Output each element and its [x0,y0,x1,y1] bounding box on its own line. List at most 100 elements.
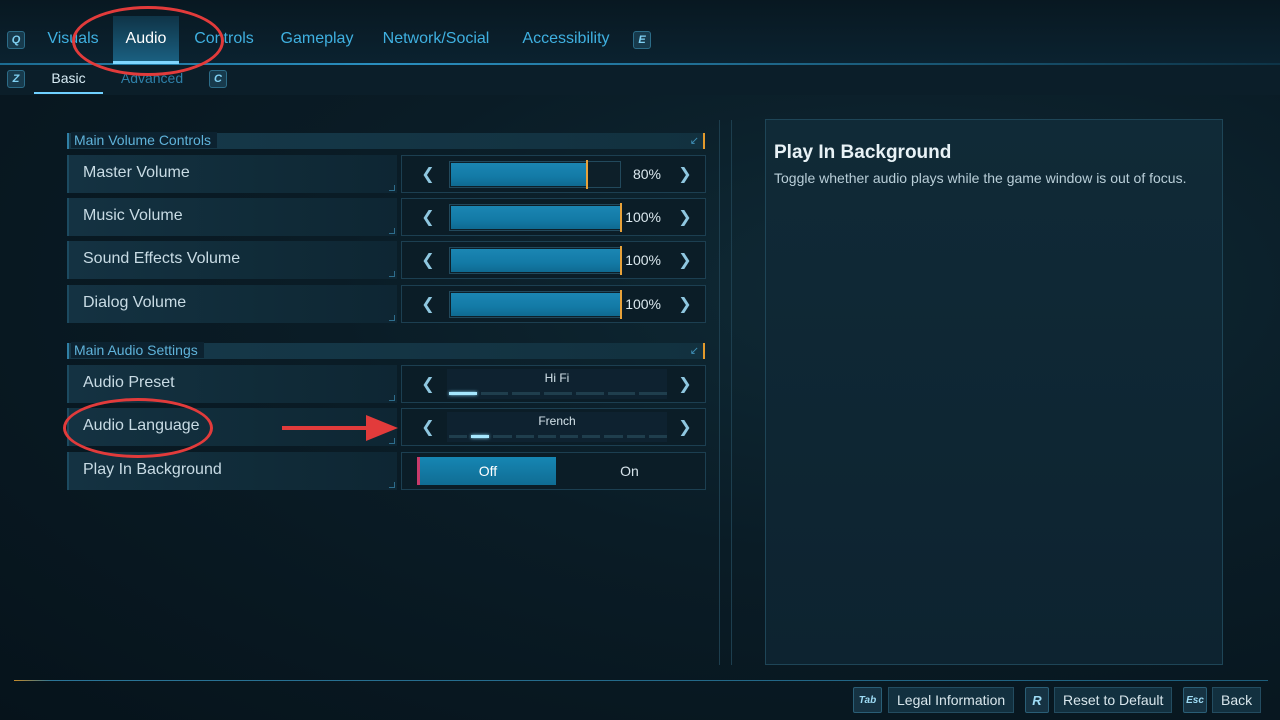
master-volume-slider[interactable]: ❮ 80% ❯ [401,155,706,193]
slider-fill [451,293,621,316]
slider-value: 80% [632,166,661,182]
slider-track[interactable] [449,246,622,275]
next-tab-key-hint[interactable]: E [633,31,651,49]
setting-label: Music Volume [83,207,183,224]
option-pip [639,392,668,395]
row-corner-decoration [389,315,395,321]
option-pip [537,435,557,438]
panel-divider [719,120,720,665]
esc-key-hint[interactable]: Esc [1183,687,1207,713]
row-corner-decoration [389,228,395,234]
setting-row-play-in-background[interactable]: Play In Background [67,452,397,490]
option-pip [648,435,668,438]
back-button[interactable]: Back [1212,687,1262,713]
prev-subtab-key-hint[interactable]: Z [7,70,25,88]
setting-row-master-volume[interactable]: Master Volume [67,155,397,193]
info-title: Play In Background [774,142,952,163]
option-pip [575,392,604,395]
section-header-volume: Main Volume Controls ↙ [67,132,705,149]
chevron-right-icon[interactable]: ❯ [673,416,697,440]
tab-key-hint[interactable]: Tab [853,687,882,713]
play-in-background-toggle[interactable]: Off On [401,452,706,490]
audio-language-selector[interactable]: ❮ French ❯ [401,408,706,446]
collapse-icon[interactable]: ↙ [690,134,699,147]
slider-track[interactable] [449,203,622,232]
option-pip [626,435,645,438]
setting-row-sfx-volume[interactable]: Sound Effects Volume [67,241,397,279]
slider-handle[interactable] [620,203,622,232]
chevron-left-icon[interactable]: ❮ [416,373,440,397]
music-volume-slider[interactable]: ❮ 100% ❯ [401,198,706,236]
chevron-left-icon[interactable]: ❮ [416,249,440,273]
next-subtab-key-hint[interactable]: C [209,70,227,88]
sfx-volume-slider[interactable]: ❮ 100% ❯ [401,241,706,279]
option-pip [493,435,512,438]
option-pip [515,435,534,438]
option-pip [560,435,579,438]
option-pip [607,392,636,395]
legal-information-button[interactable]: Legal Information [888,687,1015,713]
option-pip-active [449,392,477,395]
chevron-left-icon[interactable]: ❮ [416,416,440,440]
selector-value: Hi Fi [544,371,570,385]
toggle-option-off[interactable]: Off [417,457,556,485]
chevron-right-icon[interactable]: ❯ [673,206,697,230]
audio-preset-selector[interactable]: ❮ Hi Fi ❯ [401,365,706,403]
selector-value: French [538,414,576,428]
chevron-right-icon[interactable]: ❯ [673,293,697,317]
reset-to-default-button[interactable]: Reset to Default [1054,687,1173,713]
section-accent-tick [703,343,705,359]
collapse-icon[interactable]: ↙ [690,344,699,357]
toggle-option-on[interactable]: On [558,457,701,485]
tab-gameplay[interactable]: Gameplay [276,16,358,64]
setting-label: Sound Effects Volume [83,250,241,267]
chevron-right-icon[interactable]: ❯ [673,163,697,187]
annotation-arrow-icon [282,415,398,441]
option-pip [480,392,509,395]
slider-value: 100% [625,296,661,312]
dialog-volume-slider[interactable]: ❮ 100% ❯ [401,285,706,323]
setting-row-music-volume[interactable]: Music Volume [67,198,397,236]
tab-accessibility[interactable]: Accessibility [514,16,618,64]
section-header-audio: Main Audio Settings ↙ [67,342,705,359]
option-pip-active [471,435,490,438]
info-panel: Play In Background Toggle whether audio … [765,119,1223,665]
prev-tab-key-hint[interactable]: Q [7,31,25,49]
annotation-circle-audio-language [63,398,213,458]
option-indicator [449,435,668,439]
option-pip [544,392,572,395]
setting-label: Audio Preset [83,374,175,391]
slider-fill [451,249,621,272]
setting-row-dialog-volume[interactable]: Dialog Volume [67,285,397,323]
panel-divider [731,120,732,665]
slider-value: 100% [625,252,661,268]
info-description: Toggle whether audio plays while the gam… [774,170,1187,186]
chevron-left-icon[interactable]: ❮ [416,206,440,230]
option-pip [512,392,541,395]
chevron-right-icon[interactable]: ❯ [673,249,697,273]
slider-handle[interactable] [620,246,622,275]
row-corner-decoration [389,185,395,191]
section-title: Main Volume Controls [71,132,217,148]
slider-track[interactable] [449,160,621,189]
slider-handle[interactable] [620,290,622,319]
subtab-basic[interactable]: Basic [34,70,103,94]
chevron-right-icon[interactable]: ❯ [673,373,697,397]
chevron-left-icon[interactable]: ❮ [416,293,440,317]
r-key-hint[interactable]: R [1025,687,1049,713]
row-corner-decoration [389,271,395,277]
selector-box: French [447,412,668,442]
slider-value: 100% [625,209,661,225]
section-accent-tick [703,133,705,149]
slider-fill [451,206,621,229]
row-corner-decoration [389,482,395,488]
slider-fill [451,163,587,186]
slider-track[interactable] [449,290,622,319]
chevron-left-icon[interactable]: ❮ [416,163,440,187]
section-title: Main Audio Settings [71,342,204,358]
tab-network-social[interactable]: Network/Social [374,16,498,64]
setting-label: Play In Background [83,461,222,478]
slider-handle[interactable] [586,160,588,189]
option-pip [582,435,601,438]
setting-row-audio-preset[interactable]: Audio Preset [67,365,397,403]
